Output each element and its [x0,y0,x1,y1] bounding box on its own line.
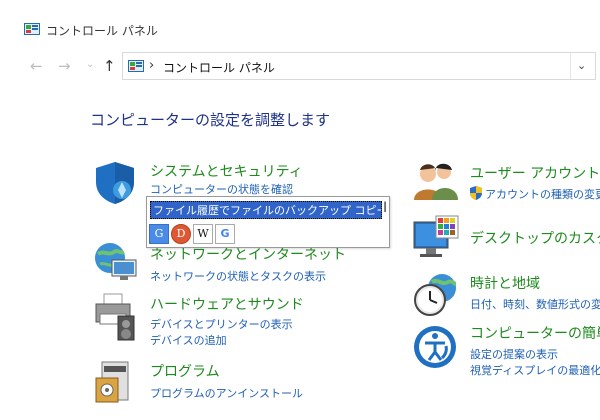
desktop-icon[interactable] [412,214,460,260]
link-change-date-time-formats[interactable]: 日付、時刻、数値形式の変 [470,296,600,312]
recent-locations-button[interactable]: ⌄ [86,57,94,73]
breadcrumb-separator[interactable]: › [149,58,154,73]
category-title-ease-of-access[interactable]: コンピューターの簡単操 [470,323,600,343]
control-panel-icon [128,60,144,72]
link-network-status-tasks[interactable]: ネットワークの状態とタスクの表示 [150,268,326,284]
address-dropdown-button[interactable]: ⌄ [577,59,586,72]
category-title-appearance-personalization[interactable]: デスクトップのカスタマ [470,228,600,248]
printer-icon[interactable] [92,292,138,342]
google-translate-icon[interactable]: G [149,224,169,244]
link-add-device[interactable]: デバイスの追加 [150,332,227,348]
accessibility-icon[interactable] [412,324,458,370]
link-uninstall-program[interactable]: プログラムのアンインストール [150,385,303,401]
link-change-account-type[interactable]: アカウントの種類の変更 [485,186,600,202]
uac-shield-icon [470,186,482,200]
link-check-computer-status[interactable]: コンピューターの状態を確認 [150,181,293,197]
title-bar: コントロール パネル [0,0,600,40]
duckduckgo-icon[interactable]: D [171,224,191,244]
category-title-clock-region[interactable]: 時計と地域 [470,273,540,293]
users-icon[interactable] [412,160,460,202]
forward-button[interactable]: → [58,58,71,74]
programs-icon[interactable] [92,358,138,406]
control-panel-icon [24,23,40,35]
link-optimize-visual-display[interactable]: 視覚ディスプレイの最適化 [470,362,600,378]
back-button[interactable]: ← [30,58,43,74]
breadcrumb-control-panel[interactable]: コントロール パネル [163,59,275,76]
category-title-programs[interactable]: プログラム [150,361,220,381]
window-title: コントロール パネル [46,24,158,38]
wikipedia-icon[interactable]: W [193,224,213,244]
selection-search-popup: ファイル履歴でファイルのバックアップ コピーを保存 I G D W G [146,196,390,248]
link-devices-printers[interactable]: デバイスとプリンターの表示 [150,316,293,332]
category-title-system-security[interactable]: システムとセキュリティ [150,161,303,181]
clock-globe-icon[interactable] [412,270,460,318]
up-button[interactable]: ↑ [103,58,116,74]
category-title-user-accounts[interactable]: ユーザー アカウント [470,163,600,183]
link-get-recommendations[interactable]: 設定の提案の表示 [470,346,558,362]
address-divider [570,53,571,79]
address-bar[interactable]: › コントロール パネル ⌄ [122,52,596,80]
selected-text[interactable]: ファイル履歴でファイルのバックアップ コピーを保存 [150,201,382,219]
page-heading: コンピューターの設定を調整します [90,111,331,129]
text-cursor-icon: I [383,200,388,216]
network-globe-icon[interactable] [92,240,140,282]
google-icon[interactable]: G [215,224,235,244]
shield-icon[interactable] [92,160,138,206]
category-title-hardware-sound[interactable]: ハードウェアとサウンド [150,294,304,314]
